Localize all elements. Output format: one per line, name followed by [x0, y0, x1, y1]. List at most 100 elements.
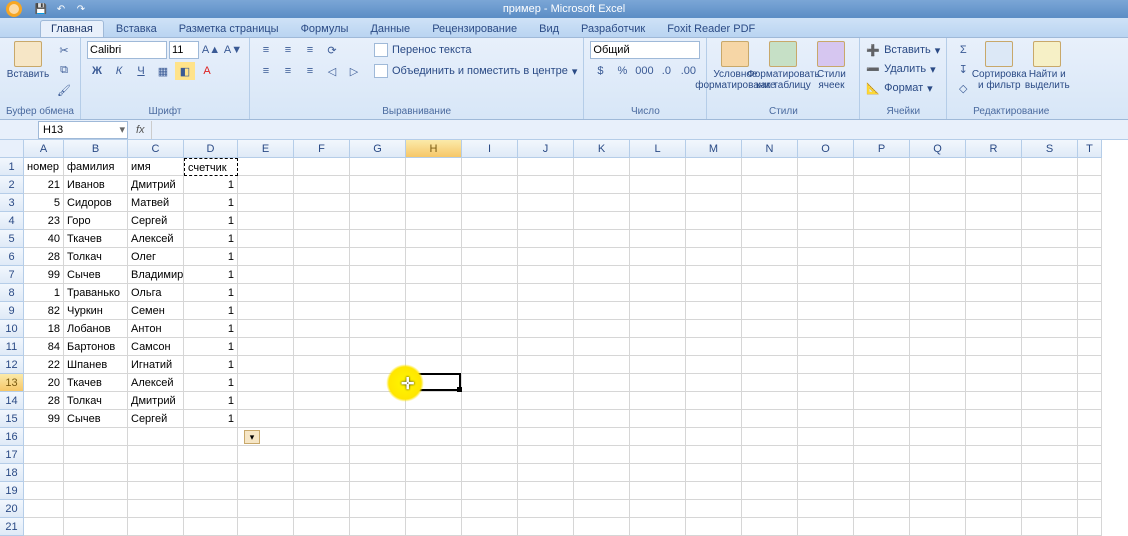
cell-Q5[interactable] — [910, 230, 966, 248]
cell-G11[interactable] — [350, 338, 406, 356]
cell-G7[interactable] — [350, 266, 406, 284]
cell-O10[interactable] — [798, 320, 854, 338]
cell-D14[interactable]: 1 — [184, 392, 238, 410]
cell-M6[interactable] — [686, 248, 742, 266]
cell-P17[interactable] — [854, 446, 910, 464]
cell-I20[interactable] — [462, 500, 518, 518]
cell-M16[interactable] — [686, 428, 742, 446]
cell-F14[interactable] — [294, 392, 350, 410]
cell-O4[interactable] — [798, 212, 854, 230]
cell-E13[interactable] — [238, 374, 294, 392]
cell-P9[interactable] — [854, 302, 910, 320]
cell-S10[interactable] — [1022, 320, 1078, 338]
col-head-C[interactable]: C — [128, 140, 184, 158]
cell-C21[interactable] — [128, 518, 184, 536]
cell-H3[interactable] — [406, 194, 462, 212]
col-head-J[interactable]: J — [518, 140, 574, 158]
cell-H6[interactable] — [406, 248, 462, 266]
cell-F3[interactable] — [294, 194, 350, 212]
cell-K2[interactable] — [574, 176, 630, 194]
cell-H18[interactable] — [406, 464, 462, 482]
cell-K19[interactable] — [574, 482, 630, 500]
clear-button[interactable]: ◇ — [953, 79, 973, 97]
cell-Q17[interactable] — [910, 446, 966, 464]
cell-R1[interactable] — [966, 158, 1022, 176]
cell-J17[interactable] — [518, 446, 574, 464]
cell-O8[interactable] — [798, 284, 854, 302]
cell-O14[interactable] — [798, 392, 854, 410]
row-head-11[interactable]: 11 — [0, 338, 24, 356]
cell-J2[interactable] — [518, 176, 574, 194]
cell-N12[interactable] — [742, 356, 798, 374]
cell-C5[interactable]: Алексей — [128, 230, 184, 248]
cell-H20[interactable] — [406, 500, 462, 518]
cell-N19[interactable] — [742, 482, 798, 500]
cell-Q1[interactable] — [910, 158, 966, 176]
cell-Q15[interactable] — [910, 410, 966, 428]
cell-D6[interactable]: 1 — [184, 248, 238, 266]
cell-A7[interactable]: 99 — [24, 266, 64, 284]
cell-Q21[interactable] — [910, 518, 966, 536]
cell-C14[interactable]: Дмитрий — [128, 392, 184, 410]
cell-T15[interactable] — [1078, 410, 1102, 428]
row-head-12[interactable]: 12 — [0, 356, 24, 374]
cell-K1[interactable] — [574, 158, 630, 176]
cell-D10[interactable]: 1 — [184, 320, 238, 338]
cell-M17[interactable] — [686, 446, 742, 464]
cell-N20[interactable] — [742, 500, 798, 518]
cell-M20[interactable] — [686, 500, 742, 518]
cell-R12[interactable] — [966, 356, 1022, 374]
cell-F16[interactable] — [294, 428, 350, 446]
cell-N9[interactable] — [742, 302, 798, 320]
cell-E9[interactable] — [238, 302, 294, 320]
cell-I7[interactable] — [462, 266, 518, 284]
cell-O20[interactable] — [798, 500, 854, 518]
cell-R6[interactable] — [966, 248, 1022, 266]
cell-G17[interactable] — [350, 446, 406, 464]
cell-P20[interactable] — [854, 500, 910, 518]
row-head-2[interactable]: 2 — [0, 176, 24, 194]
cell-H14[interactable] — [406, 392, 462, 410]
cell-P2[interactable] — [854, 176, 910, 194]
select-all-corner[interactable] — [0, 140, 24, 158]
cell-G18[interactable] — [350, 464, 406, 482]
cell-S7[interactable] — [1022, 266, 1078, 284]
cell-L15[interactable] — [630, 410, 686, 428]
cell-E12[interactable] — [238, 356, 294, 374]
cell-T9[interactable] — [1078, 302, 1102, 320]
cell-D19[interactable] — [184, 482, 238, 500]
cell-N5[interactable] — [742, 230, 798, 248]
cell-J16[interactable] — [518, 428, 574, 446]
cell-J13[interactable] — [518, 374, 574, 392]
cell-D18[interactable] — [184, 464, 238, 482]
cell-T8[interactable] — [1078, 284, 1102, 302]
cell-S3[interactable] — [1022, 194, 1078, 212]
cell-F5[interactable] — [294, 230, 350, 248]
cell-C18[interactable] — [128, 464, 184, 482]
cell-styles-button[interactable]: Стили ячеек — [809, 41, 853, 91]
row-head-17[interactable]: 17 — [0, 446, 24, 464]
cell-P21[interactable] — [854, 518, 910, 536]
cell-M5[interactable] — [686, 230, 742, 248]
insert-cells-button[interactable]: ➕ Вставить ▾ — [866, 41, 940, 59]
cell-C6[interactable]: Олег — [128, 248, 184, 266]
cell-D7[interactable]: 1 — [184, 266, 238, 284]
cell-A3[interactable]: 5 — [24, 194, 64, 212]
cell-K4[interactable] — [574, 212, 630, 230]
cell-J8[interactable] — [518, 284, 574, 302]
cell-M14[interactable] — [686, 392, 742, 410]
formula-bar[interactable] — [151, 121, 1128, 139]
cell-F10[interactable] — [294, 320, 350, 338]
cell-H7[interactable] — [406, 266, 462, 284]
cell-E8[interactable] — [238, 284, 294, 302]
cell-F21[interactable] — [294, 518, 350, 536]
cell-I21[interactable] — [462, 518, 518, 536]
cell-J12[interactable] — [518, 356, 574, 374]
cell-G19[interactable] — [350, 482, 406, 500]
cell-L10[interactable] — [630, 320, 686, 338]
wrap-text-button[interactable]: Перенос текста — [374, 41, 577, 59]
redo-icon[interactable]: ↷ — [74, 2, 88, 16]
cell-D11[interactable]: 1 — [184, 338, 238, 356]
cell-J11[interactable] — [518, 338, 574, 356]
cell-A15[interactable]: 99 — [24, 410, 64, 428]
